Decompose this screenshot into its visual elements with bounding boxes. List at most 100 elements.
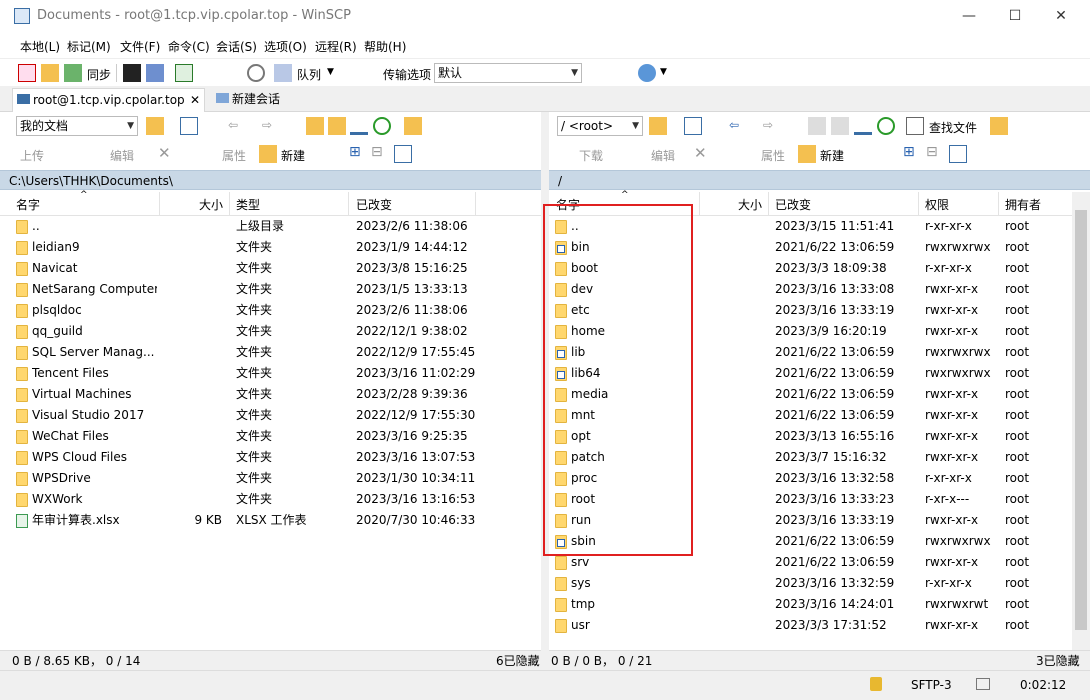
table-row[interactable]: sys 2023/3/16 13:32:59 r-xr-xr-x root (549, 573, 1072, 594)
tab-session[interactable]: root@1.tcp.vip.cpolar.top ✕ (12, 88, 205, 112)
menu-command[interactable]: 命令(C) (168, 38, 210, 55)
forward-arrow-icon[interactable]: ⇨ (763, 118, 773, 132)
find-files-icon[interactable] (906, 117, 924, 135)
find-files-button[interactable]: 查找文件 (929, 119, 977, 136)
col-name[interactable]: 名字 (16, 196, 40, 213)
menu-help[interactable]: 帮助(H) (364, 38, 406, 55)
table-row[interactable]: plsqldoc 文件夹 2023/2/6 11:38:06 (0, 300, 541, 321)
cell-rights: r-xr-x--- (925, 492, 970, 506)
queue-icon[interactable] (274, 64, 292, 82)
col-type[interactable]: 类型 (236, 196, 260, 213)
open-folder-icon[interactable] (649, 117, 667, 135)
close-tab-icon[interactable]: ✕ (190, 89, 200, 111)
sync-label[interactable]: 同步 (87, 66, 111, 83)
menu-local[interactable]: 本地(L) (20, 38, 60, 55)
table-row[interactable]: NetSarang Computer 文件夹 2023/1/5 13:33:13 (0, 279, 541, 300)
queue-label[interactable]: 队列 (297, 66, 321, 83)
refresh-icon[interactable] (877, 117, 895, 135)
remote-path-bar[interactable]: / (549, 170, 1090, 190)
filter-icon[interactable] (684, 117, 702, 135)
back-arrow-icon[interactable]: ⇦ (228, 118, 238, 132)
chevron-down-icon[interactable]: ▼ (327, 67, 334, 77)
delete-icon[interactable]: ✕ (694, 144, 707, 162)
compare-dirs-icon[interactable] (18, 64, 36, 82)
filter-icon[interactable] (180, 117, 198, 135)
refresh-icon[interactable] (373, 117, 391, 135)
filter-mask-icon[interactable] (949, 145, 967, 163)
download-button[interactable]: 下载 (579, 147, 603, 164)
scrollbar-thumb[interactable] (1075, 210, 1087, 630)
back-arrow-icon[interactable]: ⇦ (729, 118, 739, 132)
filter-mask-icon[interactable] (394, 145, 412, 163)
menu-options[interactable]: 选项(O) (264, 38, 307, 55)
cell-name: Virtual Machines (32, 387, 132, 401)
table-row[interactable]: Navicat 文件夹 2023/3/8 15:16:25 (0, 258, 541, 279)
menu-remote[interactable]: 远程(R) (315, 38, 357, 55)
dir-tree-icon[interactable] (404, 117, 422, 135)
table-row[interactable]: leidian9 文件夹 2023/1/9 14:44:12 (0, 237, 541, 258)
close-button[interactable]: ✕ (1038, 0, 1084, 32)
menu-mark[interactable]: 标记(M) (67, 38, 111, 55)
table-row[interactable]: .. 上级目录 2023/2/6 11:38:06 (0, 216, 541, 237)
new-button[interactable]: 新建 (281, 147, 305, 164)
table-row[interactable]: Virtual Machines 文件夹 2023/2/28 9:39:36 (0, 384, 541, 405)
minus-icon[interactable]: ⊟ (371, 144, 383, 160)
forward-arrow-icon[interactable]: ⇨ (262, 118, 272, 132)
menu-file[interactable]: 文件(F) (120, 38, 160, 55)
plus-icon[interactable]: ⊞ (349, 144, 361, 160)
new-folder-icon[interactable] (798, 145, 816, 163)
remote-scrollbar[interactable] (1072, 192, 1090, 650)
globe-icon[interactable] (638, 64, 656, 82)
remote-location-select[interactable]: / <root> ▼ (557, 116, 643, 136)
table-row[interactable]: tmp 2023/3/16 14:24:01 rwxrwxrwt root (549, 594, 1072, 615)
dir-tree-icon[interactable] (990, 117, 1008, 135)
home-icon[interactable] (350, 117, 368, 135)
root-dir-icon[interactable] (831, 117, 849, 135)
menu-session[interactable]: 会话(S) (216, 38, 257, 55)
putty-icon[interactable] (146, 64, 164, 82)
table-row[interactable]: WPSDrive 文件夹 2023/1/30 10:34:11 (0, 468, 541, 489)
sync-browse-icon[interactable] (41, 64, 59, 82)
transfer-preset-select[interactable]: 默认 ▼ (434, 63, 582, 83)
edit-button[interactable]: 编辑 (110, 147, 134, 164)
table-row[interactable]: WeChat Files 文件夹 2023/3/16 9:25:35 (0, 426, 541, 447)
col-size[interactable]: 大小 (738, 196, 762, 213)
col-size[interactable]: 大小 (199, 196, 223, 213)
root-dir-icon[interactable] (328, 117, 346, 135)
new-folder-icon[interactable] (259, 145, 277, 163)
parent-dir-icon[interactable] (306, 117, 324, 135)
local-location-select[interactable]: 我的文档 ▼ (16, 116, 138, 136)
open-folder-icon[interactable] (146, 117, 164, 135)
table-row[interactable]: usr 2023/3/3 17:31:52 rwxr-xr-x root (549, 615, 1072, 636)
terminal-icon[interactable] (123, 64, 141, 82)
gear-icon[interactable] (247, 64, 265, 82)
minus-icon[interactable]: ⊟ (926, 144, 938, 160)
col-owner[interactable]: 拥有者 (1005, 196, 1041, 213)
home-icon[interactable] (854, 117, 872, 135)
tab-new-session[interactable]: 新建会话 (212, 88, 292, 112)
plus-icon[interactable]: ⊞ (903, 144, 915, 160)
table-row[interactable]: SQL Server Manag... 文件夹 2022/12/9 17:55:45 (0, 342, 541, 363)
parent-dir-icon[interactable] (808, 117, 826, 135)
delete-icon[interactable]: ✕ (158, 144, 171, 162)
table-row[interactable]: WXWork 文件夹 2023/3/16 13:16:53 (0, 489, 541, 510)
new-button[interactable]: 新建 (820, 147, 844, 164)
upload-button[interactable]: 上传 (20, 147, 44, 164)
table-row[interactable]: Tencent Files 文件夹 2023/3/16 11:02:29 (0, 363, 541, 384)
properties-button[interactable]: 属性 (761, 147, 785, 164)
col-changed[interactable]: 已改变 (356, 196, 392, 213)
sync-icon[interactable] (64, 64, 82, 82)
properties-button[interactable]: 属性 (222, 147, 246, 164)
table-row[interactable]: Visual Studio 2017 文件夹 2022/12/9 17:55:30 (0, 405, 541, 426)
table-row[interactable]: WPS Cloud Files 文件夹 2023/3/16 13:07:53 (0, 447, 541, 468)
col-rights[interactable]: 权限 (925, 196, 949, 213)
chevron-down-icon[interactable]: ▼ (660, 67, 667, 77)
maximize-button[interactable]: ☐ (992, 0, 1038, 32)
col-changed[interactable]: 已改变 (775, 196, 811, 213)
edit-button[interactable]: 编辑 (651, 147, 675, 164)
sync-remote-icon[interactable] (175, 64, 193, 82)
table-row[interactable]: qq_guild 文件夹 2022/12/1 9:38:02 (0, 321, 541, 342)
minimize-button[interactable]: — (946, 0, 992, 32)
table-row[interactable]: 年审计算表.xlsx 9 KB XLSX 工作表 2020/7/30 10:46:33 (0, 510, 541, 531)
local-path-bar[interactable]: C:\Users\THHK\Documents\ (0, 170, 541, 190)
